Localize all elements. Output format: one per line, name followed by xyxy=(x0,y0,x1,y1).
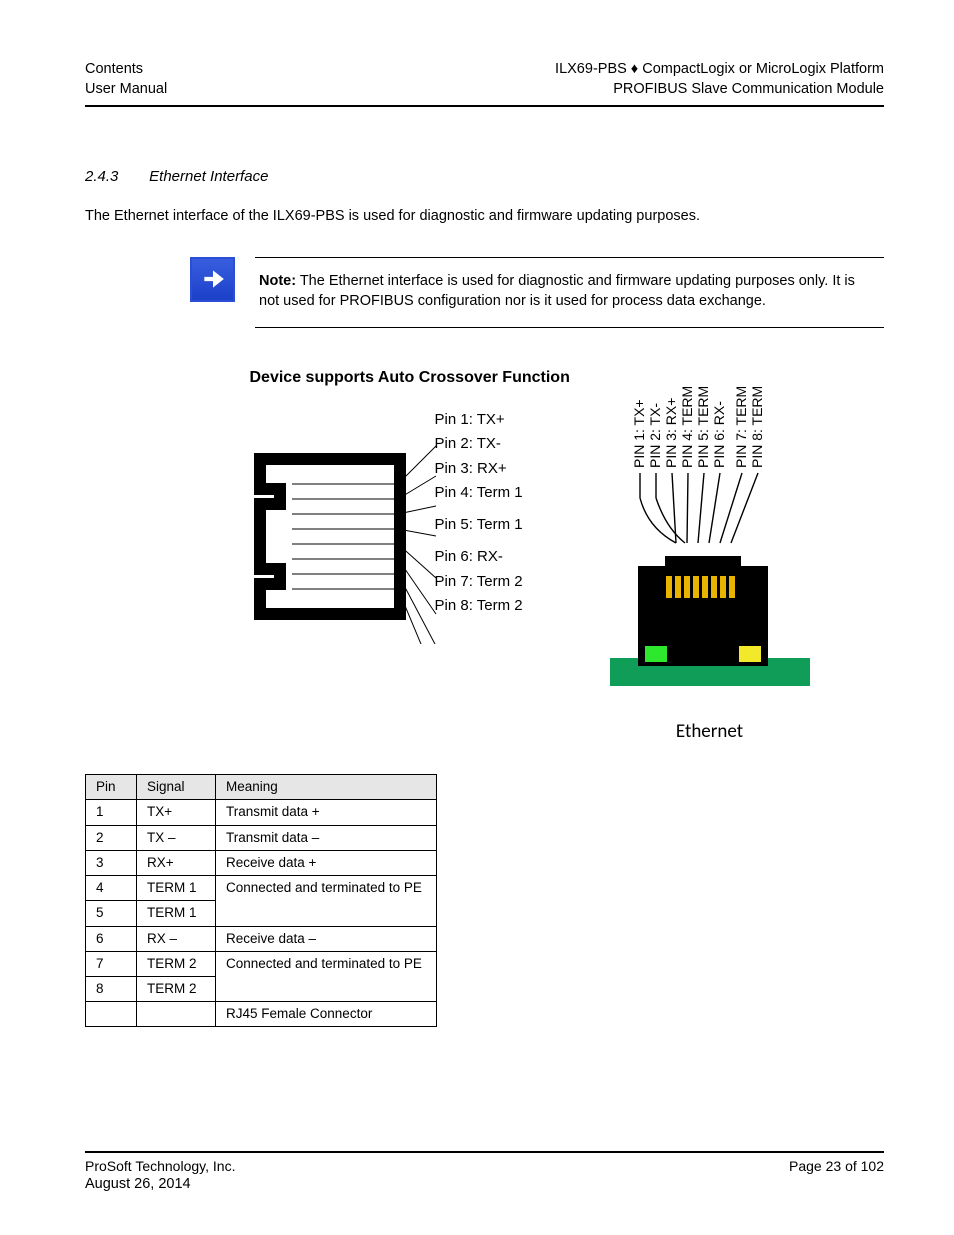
table-row: 7 TERM 2 Connected and terminated to PE xyxy=(86,951,437,976)
page-footer: ProSoft Technology, Inc. Page 23 of 102 … xyxy=(85,1151,884,1195)
header-right-1: ILX69-PBS ♦ CompactLogix or MicroLogix P… xyxy=(555,60,884,80)
pin-label: Pin 6: RX- xyxy=(435,547,523,567)
page-header: Contents User Manual ILX69-PBS ♦ Compact… xyxy=(85,60,884,99)
table-row: RJ45 Female Connector xyxy=(86,1002,437,1027)
svg-text:PIN 6: RX-: PIN 6: RX- xyxy=(711,401,727,468)
svg-text:PIN 2: TX-: PIN 2: TX- xyxy=(647,403,663,468)
meaning-header: Meaning xyxy=(216,775,437,800)
rj45-front-diagram: PIN 1: TX+ PIN 2: TX- PIN 3: RX+ PIN 4: … xyxy=(610,368,810,744)
rj45-top-diagram: Device supports Auto Crossover Function xyxy=(250,368,580,651)
svg-text:PIN 8: TERM: PIN 8: TERM xyxy=(749,386,765,468)
section-intro: The Ethernet interface of the ILX69-PBS … xyxy=(85,207,884,227)
pin-table: Pin Signal Meaning 1 TX+ Transmit data +… xyxy=(85,774,437,1027)
pin-header: Pin xyxy=(86,775,137,800)
pin-label: Pin 2: TX- xyxy=(435,434,523,454)
pin-label: Pin 5: Term 1 xyxy=(435,515,523,535)
section-heading: 2.4.3 Ethernet Interface xyxy=(85,167,884,187)
diagram-caption: Device supports Auto Crossover Function xyxy=(250,368,580,388)
pin-labels-list: Pin 1: TX+ Pin 2: TX- Pin 3: RX+ Pin 4: … xyxy=(435,410,523,616)
svg-text:PIN 3: RX+: PIN 3: RX+ xyxy=(663,398,679,468)
footer-page: Page 23 of 102 xyxy=(789,1157,884,1176)
footer-date: August 26, 2014 xyxy=(85,1175,884,1195)
table-row: 4 TERM 1 Connected and terminated to PE xyxy=(86,876,437,901)
signal-header: Signal xyxy=(137,775,216,800)
section-title: Ethernet Interface xyxy=(149,168,268,185)
pin-label: Pin 1: TX+ xyxy=(435,410,523,430)
ethernet-caption: Ethernet xyxy=(610,719,810,745)
svg-text:PIN 1: TX+: PIN 1: TX+ xyxy=(631,399,647,468)
header-left-1: Contents xyxy=(85,60,167,80)
diagrams-row: Device supports Auto Crossover Function xyxy=(175,368,884,744)
svg-text:PIN 5: TERM: PIN 5: TERM xyxy=(695,386,711,468)
pin-label: Pin 7: Term 2 xyxy=(435,572,523,592)
svg-text:PIN 4: TERM: PIN 4: TERM xyxy=(679,386,695,468)
note-text: The Ethernet interface is used for diagn… xyxy=(259,273,855,309)
footer-company: ProSoft Technology, Inc. xyxy=(85,1157,235,1176)
pin-label: Pin 8: Term 2 xyxy=(435,596,523,616)
table-row: 3 RX+ Receive data + xyxy=(86,850,437,875)
svg-text:PIN 7: TERM: PIN 7: TERM xyxy=(733,386,749,468)
pin-label: Pin 3: RX+ xyxy=(435,459,523,479)
arrow-right-icon xyxy=(190,257,235,302)
ethernet-jack-icon: PIN 1: TX+ PIN 2: TX- PIN 3: RX+ PIN 4: … xyxy=(610,368,810,708)
pin-label: Pin 4: Term 1 xyxy=(435,483,523,503)
table-row: 1 TX+ Transmit data + xyxy=(86,800,437,825)
note-box: Note: The Ethernet interface is used for… xyxy=(190,257,884,328)
table-row: 6 RX – Receive data – xyxy=(86,926,437,951)
table-row: 2 TX – Transmit data – xyxy=(86,825,437,850)
header-right-2: PROFIBUS Slave Communication Module xyxy=(555,80,884,100)
section-number: 2.4.3 xyxy=(85,167,145,187)
header-rule xyxy=(85,105,884,107)
header-left-2: User Manual xyxy=(85,80,167,100)
rj45-outline-icon xyxy=(250,394,580,644)
note-label: Note: xyxy=(259,273,296,289)
